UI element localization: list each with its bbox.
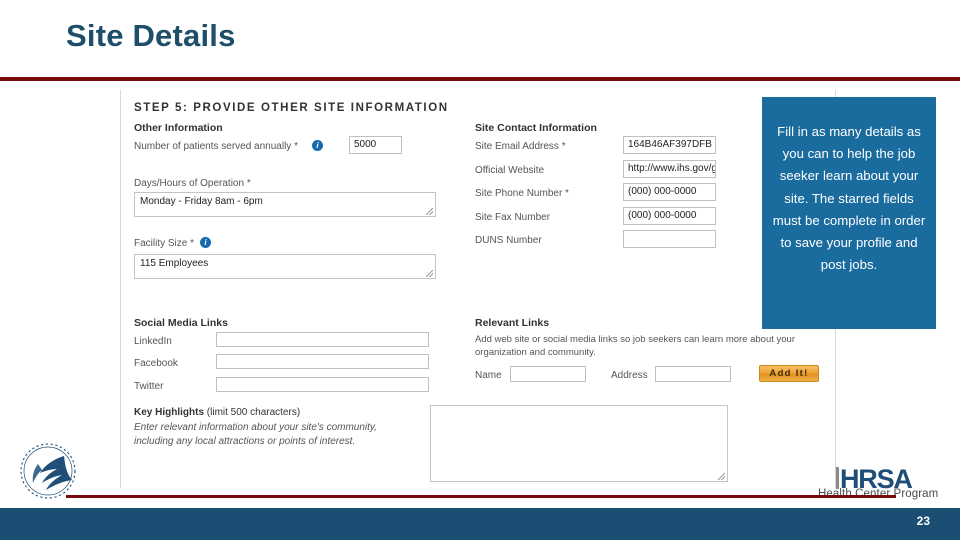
resize-grip-icon[interactable] bbox=[718, 473, 725, 480]
input-patients-served[interactable]: 5000 bbox=[349, 136, 402, 154]
label-days-hours: Days/Hours of Operation * bbox=[134, 178, 251, 189]
input-key-highlights[interactable] bbox=[430, 405, 728, 482]
input-facility-size-value: 115 Employees bbox=[140, 258, 209, 269]
label-site-phone: Site Phone Number * bbox=[475, 188, 569, 199]
form-screenshot: STEP 5: PROVIDE OTHER SITE INFORMATION O… bbox=[106, 90, 836, 490]
label-site-fax: Site Fax Number bbox=[475, 212, 551, 223]
label-link-address: Address bbox=[611, 370, 648, 381]
footer-divider bbox=[66, 495, 896, 498]
key-highlights-block: Key Highlights (limit 500 characters) En… bbox=[134, 406, 404, 450]
resize-grip-icon[interactable] bbox=[426, 208, 433, 215]
relevant-links-description: Add web site or social media links so jo… bbox=[475, 334, 795, 359]
info-icon-patients-served[interactable]: i bbox=[312, 140, 323, 151]
key-highlights-title: Key Highlights bbox=[134, 407, 205, 418]
footer-bar bbox=[0, 508, 960, 540]
input-duns-number[interactable] bbox=[623, 230, 716, 248]
input-facebook[interactable] bbox=[216, 354, 429, 369]
screenshot-left-border bbox=[120, 90, 121, 488]
resize-grip-icon[interactable] bbox=[426, 270, 433, 277]
input-site-phone[interactable]: (000) 000-0000 bbox=[623, 183, 716, 201]
input-official-website[interactable]: http://www.ihs.gov/g bbox=[623, 160, 716, 178]
section-heading-relevant-links: Relevant Links bbox=[475, 317, 550, 329]
label-twitter: Twitter bbox=[134, 381, 164, 392]
label-patients-served: Number of patients served annually * bbox=[134, 141, 298, 152]
page-number: 23 bbox=[916, 514, 930, 528]
input-days-hours[interactable]: Monday - Friday 8am - 6pm bbox=[134, 192, 436, 217]
input-link-name[interactable] bbox=[510, 366, 586, 382]
label-linkedin: LinkedIn bbox=[134, 336, 172, 347]
hrsa-logo-bar bbox=[836, 467, 839, 489]
input-days-hours-value: Monday - Friday 8am - 6pm bbox=[140, 196, 263, 207]
info-icon-facility-size[interactable]: i bbox=[200, 237, 211, 248]
section-heading-other-information: Other Information bbox=[134, 122, 223, 134]
label-facility-size: Facility Size * bbox=[134, 238, 195, 249]
label-site-email: Site Email Address * bbox=[475, 141, 566, 152]
input-site-email[interactable]: 164B46AF397DFB bbox=[623, 136, 716, 154]
input-linkedin[interactable] bbox=[216, 332, 429, 347]
hhs-seal-icon bbox=[14, 440, 86, 502]
section-heading-social-media: Social Media Links bbox=[134, 317, 228, 329]
label-official-website: Official Website bbox=[475, 165, 545, 176]
label-duns-number: DUNS Number bbox=[475, 235, 542, 246]
key-highlights-limit: (limit 500 characters) bbox=[206, 407, 301, 418]
section-heading-site-contact: Site Contact Information bbox=[475, 122, 597, 134]
callout-box: Fill in as many details as you can to he… bbox=[762, 97, 936, 329]
step-heading: STEP 5: PROVIDE OTHER SITE INFORMATION bbox=[134, 102, 449, 114]
page-title: Site Details bbox=[66, 18, 236, 53]
add-it-button[interactable]: Add It! bbox=[759, 365, 819, 382]
input-link-address[interactable] bbox=[655, 366, 731, 382]
callout-text: Fill in as many details as you can to he… bbox=[772, 124, 926, 273]
input-site-fax[interactable]: (000) 000-0000 bbox=[623, 207, 716, 225]
key-highlights-instructions: Enter relevant information about your si… bbox=[134, 421, 377, 448]
label-link-name: Name bbox=[475, 370, 502, 381]
title-divider bbox=[0, 77, 960, 81]
label-facebook: Facebook bbox=[134, 358, 178, 369]
input-twitter[interactable] bbox=[216, 377, 429, 392]
hrsa-tagline: Health Center Program bbox=[818, 488, 939, 500]
input-facility-size[interactable]: 115 Employees bbox=[134, 254, 436, 279]
